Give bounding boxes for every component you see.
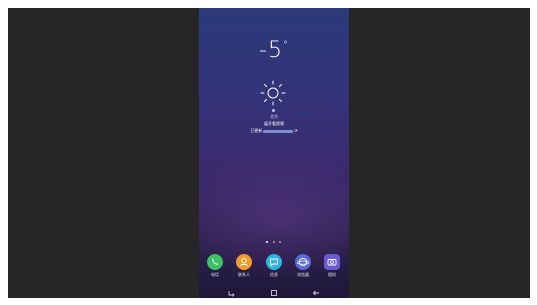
home-icon[interactable] xyxy=(269,289,279,297)
degree-symbol: ° xyxy=(282,40,289,51)
temperature-value: -5 xyxy=(259,38,283,63)
page-dot xyxy=(273,241,275,243)
browser-icon xyxy=(295,254,311,270)
back-icon[interactable] xyxy=(311,289,321,297)
dock-app-label: 浏览器 xyxy=(297,272,309,277)
location-pin-icon xyxy=(272,109,275,112)
dock-app-camera[interactable]: 相机 xyxy=(320,254,344,284)
redacted-timestamp xyxy=(263,129,294,133)
dock-app-label: 电话 xyxy=(211,272,219,277)
dock-app-contacts[interactable]: 联系人 xyxy=(232,254,256,284)
dock-app-label: 相机 xyxy=(328,272,336,277)
page-dot-home-icon xyxy=(266,241,268,243)
dock-app-label: 联系人 xyxy=(238,272,250,277)
dock-app-label: 信息 xyxy=(270,272,278,277)
update-status: 已更新 ⟳ xyxy=(199,128,349,134)
messages-icon xyxy=(266,254,282,270)
temperature-display: -5° xyxy=(199,38,349,63)
phone-screen: -5° 北京 展开看视频 已更新 ⟳ 电话 联系人 信息 浏览器 相机 xyxy=(199,8,349,298)
refresh-icon[interactable]: ⟳ xyxy=(294,128,297,133)
recent-apps-icon[interactable] xyxy=(227,289,237,297)
contacts-icon xyxy=(236,254,252,270)
phone-icon xyxy=(207,254,223,270)
screenshot-viewer: -5° 北京 展开看视频 已更新 ⟳ 电话 联系人 信息 浏览器 相机 xyxy=(8,8,530,298)
location-label: 北京 xyxy=(270,114,278,119)
sun-icon xyxy=(260,80,286,106)
camera-icon xyxy=(324,254,340,270)
app-dock: 电话 联系人 信息 浏览器 相机 xyxy=(199,254,349,284)
navigation-bar xyxy=(199,288,349,298)
dock-app-phone[interactable]: 电话 xyxy=(203,254,227,284)
dock-app-messages[interactable]: 信息 xyxy=(262,254,286,284)
page-indicator xyxy=(266,241,282,244)
dock-app-browser[interactable]: 浏览器 xyxy=(291,254,315,284)
update-prefix: 已更新 xyxy=(250,128,263,133)
page-dot xyxy=(279,241,281,243)
weather-detail-text[interactable]: 展开看视频 xyxy=(199,121,349,127)
